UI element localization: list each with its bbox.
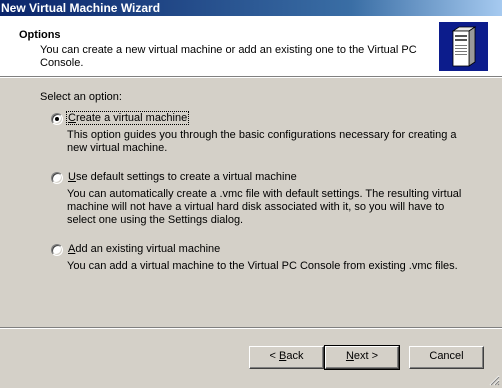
- footer-divider-highlight: [0, 328, 502, 329]
- page-description: You can create a new virtual machine or …: [40, 44, 417, 69]
- radio-default-settings[interactable]: [51, 172, 63, 184]
- header-divider: [0, 77, 502, 78]
- page-title: Options: [19, 29, 61, 41]
- option-description-add-existing: You can add a virtual machine to the Vir…: [67, 260, 458, 272]
- radio-create-vm[interactable]: [51, 113, 63, 125]
- option-description-default-settings: You can automatically create a .vmc file…: [67, 188, 462, 226]
- option-label-create-vm[interactable]: Create a virtual machine: [65, 111, 190, 125]
- radio-add-existing[interactable]: [51, 244, 63, 256]
- option-label-default-settings[interactable]: Use default settings to create a virtual…: [67, 171, 298, 183]
- title-bar[interactable]: New Virtual Machine Wizard: [0, 0, 502, 16]
- back-button[interactable]: < Back: [249, 346, 324, 369]
- wizard-header: Options You can create a new virtual mac…: [0, 16, 502, 77]
- radio-selected-dot: [55, 117, 59, 121]
- option-prompt: Select an option:: [40, 91, 122, 103]
- option-description-create-vm: This option guides you through the basic…: [67, 129, 457, 154]
- window-title: New Virtual Machine Wizard: [1, 1, 161, 15]
- computer-tower-icon: [439, 22, 488, 71]
- option-label-add-existing[interactable]: Add an existing virtual machine: [67, 243, 221, 255]
- resize-grip-icon[interactable]: [488, 374, 500, 386]
- next-button[interactable]: Next >: [324, 345, 400, 370]
- cancel-button[interactable]: Cancel: [409, 346, 484, 369]
